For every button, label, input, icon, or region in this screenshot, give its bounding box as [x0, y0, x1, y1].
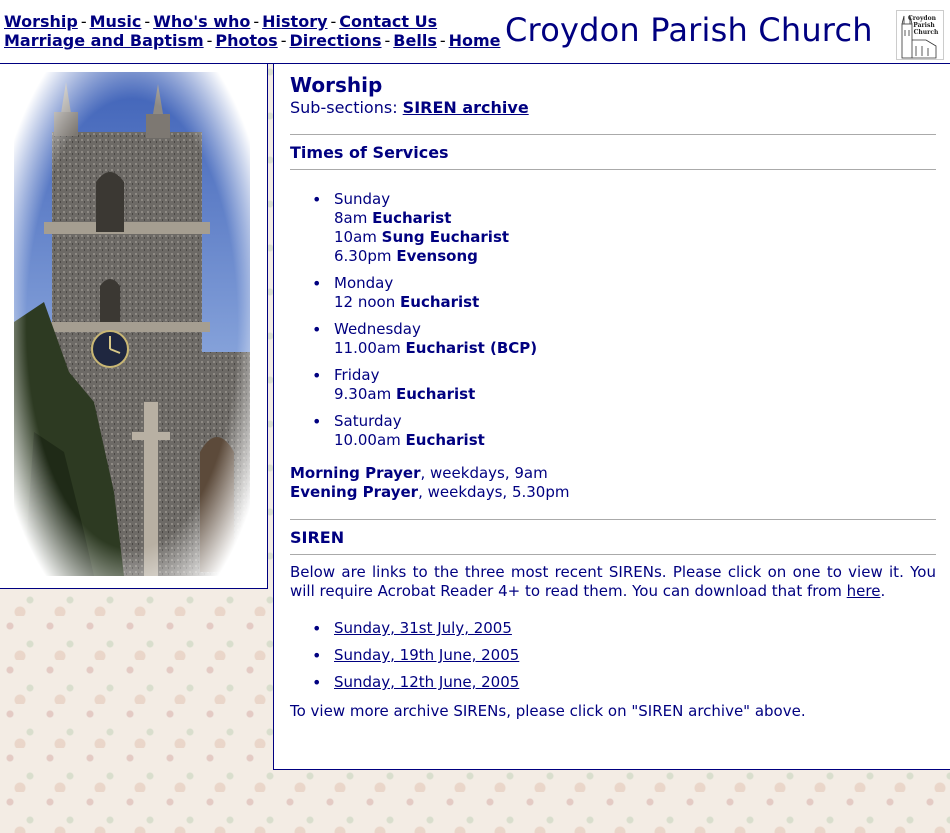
nav-separator: - — [80, 12, 87, 31]
nav-separator: - — [439, 31, 446, 50]
site-header: Worship - Music - Who's who - History - Contact … — [0, 0, 950, 64]
service-time: 10.00am — [334, 431, 401, 449]
main-navigation: Worship - Music - Who's who - History - Contact … — [4, 12, 501, 50]
nav-separator: - — [280, 31, 287, 50]
service-name: Eucharist — [400, 293, 480, 311]
services-list: Sunday8am Eucharist10am Sung Eucharist6.… — [290, 190, 936, 450]
service-time: 9.30am — [334, 385, 392, 403]
nav-row-1: Worship - Music - Who's who - History - Contact … — [4, 12, 501, 31]
service-day-name: Friday — [334, 366, 380, 384]
church-logo: Croydon Parish Church — [896, 10, 944, 60]
siren-issue-link[interactable]: Sunday, 31st July, 2005 — [334, 619, 512, 637]
service-time: 12 noon — [334, 293, 396, 311]
divider — [290, 554, 936, 555]
service-time-row: 11.00am Eucharist (BCP) — [334, 339, 936, 358]
service-name: Evensong — [396, 247, 478, 265]
service-name: Eucharist — [405, 431, 485, 449]
service-name: Sung Eucharist — [381, 228, 510, 246]
service-name: Eucharist — [395, 385, 476, 403]
siren-archive-link[interactable]: SIREN archive — [403, 98, 529, 117]
service-day-name: Monday — [334, 274, 394, 292]
service-day-name: Wednesday — [334, 320, 421, 338]
service-day-item: Friday9.30am Eucharist — [312, 366, 936, 404]
nav-separator: - — [144, 12, 151, 31]
service-time-row: 12 noon Eucharist — [334, 293, 936, 312]
service-day-item: Saturday10.00am Eucharist — [312, 412, 936, 450]
siren-list-item: Sunday, 19th June, 2005 — [312, 646, 936, 665]
siren-issue-link[interactable]: Sunday, 12th June, 2005 — [334, 673, 519, 691]
svg-text:Parish: Parish — [913, 22, 935, 29]
nav-home-link[interactable]: Home — [449, 31, 501, 50]
nav-worship-link[interactable]: Worship — [4, 12, 78, 31]
service-time-row: 10am Sung Eucharist — [334, 228, 936, 247]
divider — [290, 134, 936, 135]
divider — [290, 169, 936, 170]
morning-prayer-line: Morning Prayer, weekdays, 9am — [290, 464, 936, 483]
siren-intro-end: . — [880, 582, 886, 600]
svg-text:Church: Church — [914, 29, 939, 36]
nav-photos-link[interactable]: Photos — [215, 31, 277, 50]
service-time-row: 9.30am Eucharist — [334, 385, 936, 404]
nav-bells-link[interactable]: Bells — [393, 31, 437, 50]
divider — [290, 519, 936, 520]
service-time: 8am — [334, 209, 368, 227]
service-time-row: 8am Eucharist — [334, 209, 936, 228]
main-content: Worship Sub-sections: SIREN archive Time… — [273, 64, 950, 770]
service-time-row: 10.00am Eucharist — [334, 431, 936, 450]
nav-separator: - — [253, 12, 260, 31]
subsections-label: Sub-sections: — [290, 98, 398, 117]
evening-prayer-line: Evening Prayer, weekdays, 5.30pm — [290, 483, 936, 502]
nav-row-2: Marriage and Baptism - Photos - Directions - B… — [4, 31, 501, 50]
siren-list-item: Sunday, 31st July, 2005 — [312, 619, 936, 638]
prayer-name: Evening Prayer — [290, 483, 419, 501]
service-name: Eucharist (BCP) — [405, 339, 538, 357]
service-day-item: Wednesday11.00am Eucharist (BCP) — [312, 320, 936, 358]
nav-history-link[interactable]: History — [262, 12, 327, 31]
service-time: 10am — [334, 228, 377, 246]
siren-list-item: Sunday, 12th June, 2005 — [312, 673, 936, 692]
svg-text:Croydon: Croydon — [908, 15, 937, 22]
site-title: Croydon Parish Church — [505, 11, 873, 49]
siren-links-list: Sunday, 31st July, 2005 Sunday, 19th June… — [290, 619, 936, 692]
service-day-item: Monday12 noon Eucharist — [312, 274, 936, 312]
siren-heading: SIREN — [290, 528, 345, 547]
prayer-detail: , weekdays, 5.30pm — [418, 483, 570, 501]
page-title: Worship — [290, 73, 383, 97]
service-time-row: 6.30pm Evensong — [334, 247, 936, 266]
service-day-name: Sunday — [334, 190, 391, 208]
nav-contact-us-link[interactable]: Contact Us — [339, 12, 437, 31]
siren-footer-note: To view more archive SIRENs, please clic… — [290, 702, 806, 720]
nav-whos-who-link[interactable]: Who's who — [153, 12, 250, 31]
service-time: 11.00am — [334, 339, 401, 357]
service-time: 6.30pm — [334, 247, 392, 265]
siren-intro: Below are links to the three most recent… — [290, 563, 936, 601]
nav-separator: - — [206, 31, 213, 50]
prayer-name: Morning Prayer — [290, 464, 421, 482]
siren-issue-link[interactable]: Sunday, 19th June, 2005 — [334, 646, 519, 664]
nav-separator: - — [384, 31, 391, 50]
left-photo-panel — [0, 64, 268, 589]
nav-separator: - — [330, 12, 337, 31]
service-day-name: Saturday — [334, 412, 402, 430]
services-heading: Times of Services — [290, 143, 449, 162]
siren-intro-text: Below are links to the three most recent… — [290, 563, 936, 600]
church-tower-photo — [14, 72, 250, 576]
service-name: Eucharist — [372, 209, 452, 227]
prayer-detail: , weekdays, 9am — [420, 464, 548, 482]
nav-directions-link[interactable]: Directions — [289, 31, 381, 50]
nav-marriage-baptism-link[interactable]: Marriage and Baptism — [4, 31, 204, 50]
subsections-line: Sub-sections: SIREN archive — [290, 98, 936, 118]
service-day-item: Sunday8am Eucharist10am Sung Eucharist6.… — [312, 190, 936, 266]
nav-music-link[interactable]: Music — [90, 12, 142, 31]
acrobat-download-link[interactable]: here — [847, 582, 881, 600]
